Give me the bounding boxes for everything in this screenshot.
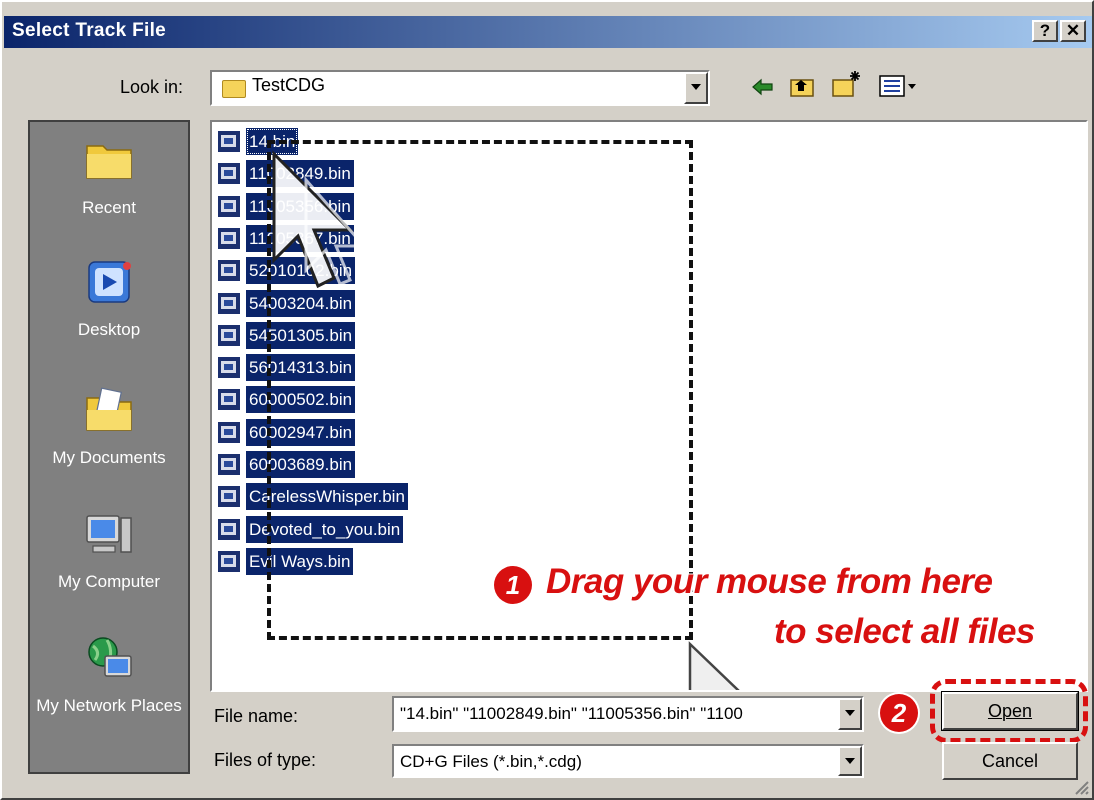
file-type-label: Files of type: <box>214 750 317 770</box>
up-folder-icon[interactable] <box>788 72 816 100</box>
back-arrow-icon[interactable] <box>750 74 776 100</box>
open-button-label: Open <box>987 701 1033 721</box>
place-network-places-label: My Network Places <box>36 696 182 715</box>
look-in-label: Look in: <box>120 77 184 97</box>
folder-icon <box>222 80 246 98</box>
network-places-icon <box>88 637 132 677</box>
place-my-computer[interactable]: My Computer <box>30 508 188 593</box>
look-in-dropdown-arrow[interactable] <box>684 72 708 104</box>
file-name-label: File name: <box>214 706 299 726</box>
my-computer-icon <box>86 515 132 553</box>
place-network-places[interactable]: My Network Places <box>30 632 188 717</box>
desktop-icon <box>88 261 131 303</box>
step-2-badge: 2 <box>880 694 918 732</box>
place-desktop-label: Desktop <box>77 320 141 339</box>
place-desktop[interactable]: Desktop <box>30 256 188 341</box>
step-1-text-line2: to select all files <box>774 612 1035 651</box>
views-menu-icon[interactable] <box>878 72 918 100</box>
bin-file-icon <box>218 227 240 249</box>
my-documents-icon <box>86 387 132 431</box>
file-type-dropdown[interactable]: CD+G Files (*.bin,*.cdg) <box>392 744 864 778</box>
select-track-file-dialog: Select Track File ? ✕ Look in: TestCDG R… <box>0 0 1094 800</box>
place-recent[interactable]: Recent <box>30 134 188 219</box>
bin-file-icon <box>218 357 240 379</box>
close-button[interactable]: ✕ <box>1060 20 1086 42</box>
bin-file-icon <box>218 131 240 152</box>
file-type-value: CD+G Files (*.bin,*.cdg) <box>400 752 582 771</box>
window-title: Select Track File <box>12 20 167 41</box>
new-folder-icon[interactable] <box>830 68 862 100</box>
recent-folder-icon <box>86 145 132 179</box>
file-type-dropdown-arrow[interactable] <box>838 746 862 776</box>
file-list[interactable]: 14.bin11002849.bin11005356.bin11005367.b… <box>210 120 1088 692</box>
bin-file-icon <box>218 260 240 282</box>
mouse-pointer-end-icon <box>688 641 740 690</box>
file-name-dropdown-arrow[interactable] <box>838 698 862 730</box>
bin-file-icon <box>218 389 240 411</box>
resize-grip-icon[interactable] <box>1072 778 1090 796</box>
file-name-input[interactable]: "14.bin" "11002849.bin" "11005356.bin" "… <box>392 696 864 732</box>
place-my-documents-label: My Documents <box>52 448 166 467</box>
mouse-pointer-start-icon <box>272 150 368 289</box>
place-my-computer-label: My Computer <box>57 572 161 591</box>
place-recent-label: Recent <box>82 198 136 217</box>
step-1-badge: 1 <box>494 566 532 604</box>
bin-file-icon <box>218 163 240 185</box>
cancel-button[interactable]: Cancel <box>942 742 1078 780</box>
open-button[interactable]: Open <box>941 691 1079 731</box>
step-1-text-line1: Drag your mouse from here <box>546 562 993 601</box>
look-in-dropdown[interactable]: TestCDG <box>210 70 710 106</box>
bin-file-icon <box>218 421 240 443</box>
bin-file-icon <box>218 454 240 475</box>
help-button[interactable]: ? <box>1032 20 1058 42</box>
file-name-value: "14.bin" "11002849.bin" "11005356.bin" "… <box>400 704 743 723</box>
bin-file-icon <box>218 324 240 346</box>
bin-file-icon <box>218 195 240 217</box>
place-my-documents[interactable]: My Documents <box>30 384 188 469</box>
bin-file-icon <box>218 550 240 572</box>
bin-file-icon <box>218 292 240 314</box>
look-in-value: TestCDG <box>252 75 326 95</box>
bin-file-icon <box>218 518 240 540</box>
bin-file-icon <box>218 486 240 508</box>
places-bar: Recent Desktop My Documents My Computer … <box>28 120 190 774</box>
title-bar[interactable]: Select Track File ? ✕ <box>4 16 1092 48</box>
